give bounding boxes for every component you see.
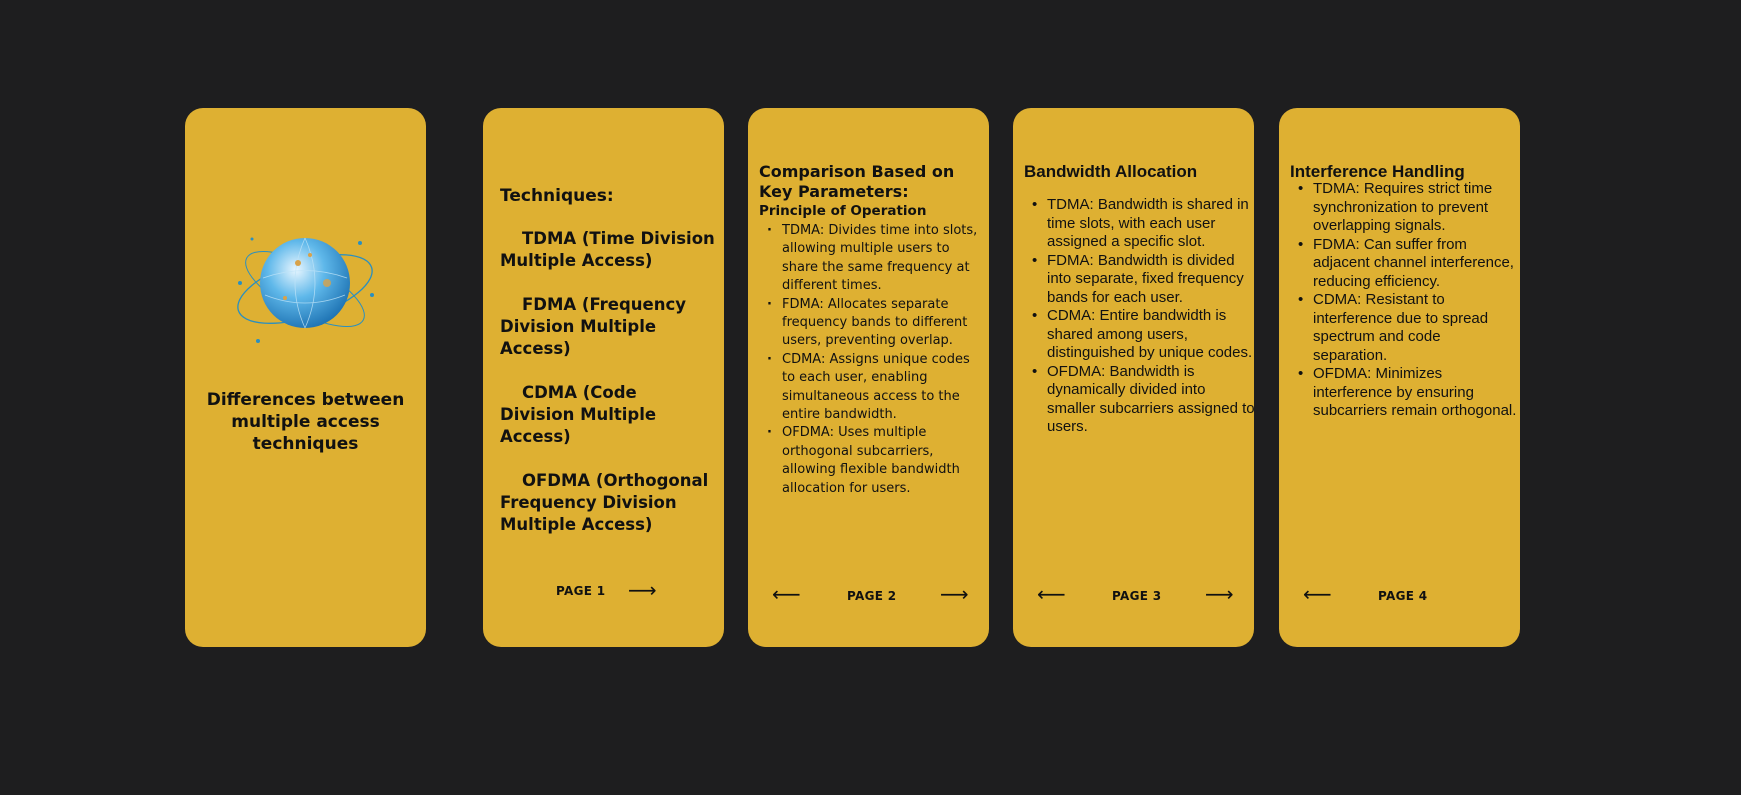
globe-with-orbits-icon (230, 223, 380, 353)
list-item: TDMA (Time Division Multiple Access) (500, 229, 715, 270)
cover-card[interactable]: Differences between multiple access tech… (185, 108, 426, 647)
list-item: TDMA: Bandwidth is shared in time slots,… (1024, 196, 1254, 252)
cover-title: Differences between multiple access tech… (206, 390, 405, 454)
page-3-card[interactable]: Bandwidth Allocation TDMA: Bandwidth is … (1013, 108, 1254, 647)
prev-arrow-icon[interactable]: ⟵ (772, 584, 801, 604)
list-item: FDMA: Allocates separate frequency bands… (759, 296, 984, 351)
next-arrow-icon[interactable]: ⟶ (628, 580, 657, 600)
list-item: FDMA (Frequency Division Multiple Access… (500, 295, 687, 358)
list-item: TDMA: Divides time into slots, allowing … (759, 222, 984, 296)
page-2-subheading: Principle of Operation (759, 203, 927, 219)
page-1-heading: Techniques: (500, 186, 614, 206)
list-item: FDMA: Bandwidth is divided into separate… (1024, 252, 1254, 308)
list-item: OFDMA: Minimizes interference by ensurin… (1290, 365, 1518, 421)
operation-list: TDMA: Divides time into slots, allowing … (759, 222, 984, 498)
page-1-card[interactable]: Techniques: TDMA (Time Division Multiple… (483, 108, 724, 647)
page-2-card[interactable]: Comparison Based on Key Parameters: Prin… (748, 108, 989, 647)
page-2-heading: Comparison Based on Key Parameters: (759, 162, 955, 201)
next-arrow-icon[interactable]: ⟶ (940, 584, 969, 604)
list-item: CDMA: Entire bandwidth is shared among u… (1024, 307, 1254, 363)
bandwidth-list: TDMA: Bandwidth is shared in time slots,… (1024, 196, 1254, 437)
prev-arrow-icon[interactable]: ⟵ (1303, 584, 1332, 604)
list-item: FDMA: Can suffer from adjacent channel i… (1290, 236, 1518, 292)
list-item: OFDMA (Orthogonal Frequency Division Mul… (500, 471, 709, 534)
page-label: PAGE 2 (847, 589, 897, 603)
page-4-card[interactable]: Interference Handling TDMA: Requires str… (1279, 108, 1520, 647)
page-label: PAGE 4 (1378, 589, 1428, 603)
next-arrow-icon[interactable]: ⟶ (1205, 584, 1234, 604)
list-item: CDMA: Assigns unique codes to each user,… (759, 351, 984, 425)
interference-list: TDMA: Requires strict time synchronizati… (1290, 180, 1518, 421)
page-label: PAGE 3 (1112, 589, 1162, 603)
list-item: OFDMA: Uses multiple orthogonal subcarri… (759, 424, 984, 498)
techniques-list: TDMA (Time Division Multiple Access) FDM… (500, 228, 715, 558)
page-4-heading: Interference Handling (1290, 162, 1465, 181)
prev-arrow-icon[interactable]: ⟵ (1037, 584, 1066, 604)
list-item: CDMA (Code Division Multiple Access) (500, 383, 657, 446)
list-item: TDMA: Requires strict time synchronizati… (1290, 180, 1518, 236)
page-label: PAGE 1 (556, 584, 606, 598)
page-3-heading: Bandwidth Allocation (1024, 162, 1198, 181)
list-item: CDMA: Resistant to interference due to s… (1290, 291, 1518, 365)
list-item: OFDMA: Bandwidth is dynamically divided … (1024, 363, 1254, 437)
